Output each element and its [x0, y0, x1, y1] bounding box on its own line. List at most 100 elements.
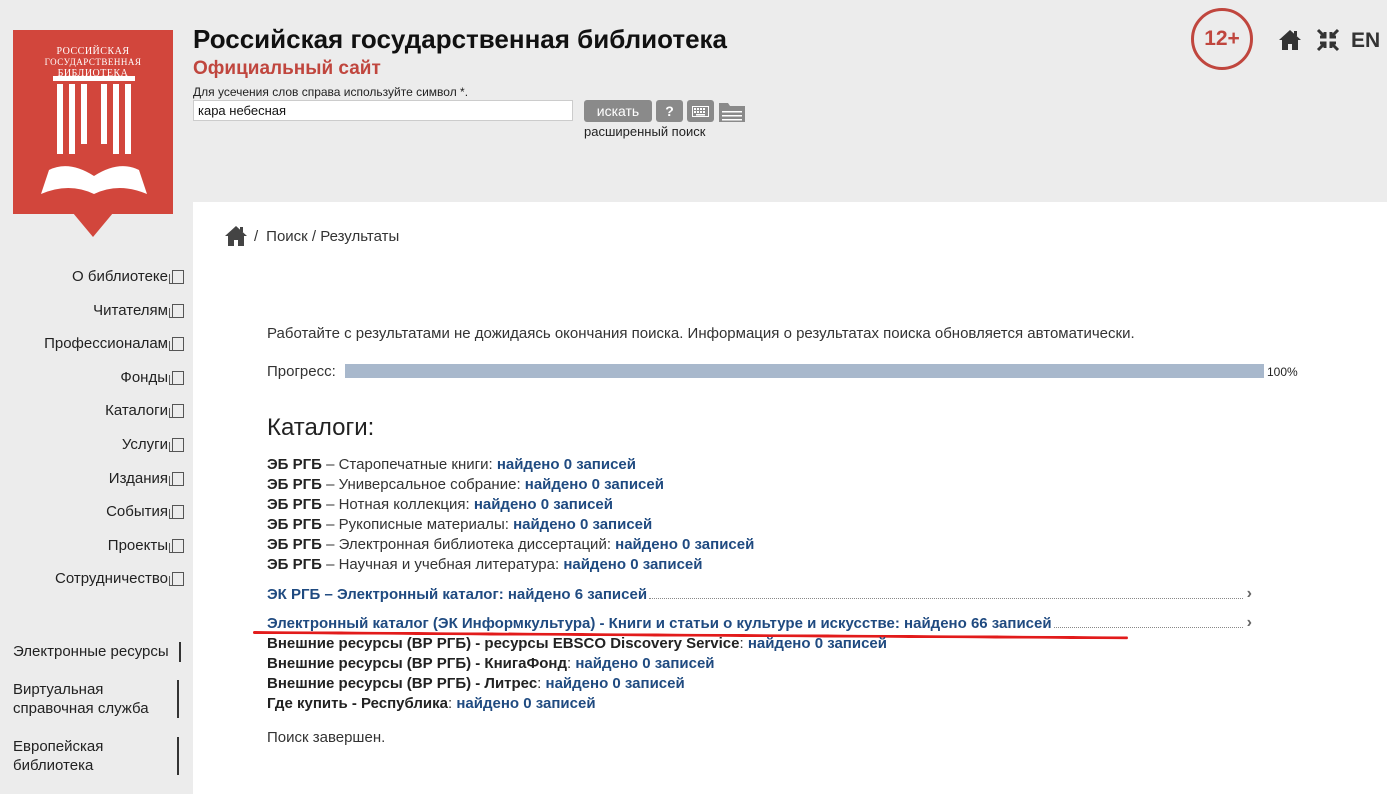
catalog-row: ЭБ РГБ – Рукописные материалы: найдено 0… [267, 516, 652, 533]
catalog-row: Внешние ресурсы (ВР РГБ) - Литрес: найде… [267, 675, 685, 692]
sidebar-link-electronic-resources[interactable]: Электронные ресурсы [13, 642, 181, 662]
site-title[interactable]: Российская государственная библиотека [193, 24, 727, 55]
catalog-source: Где купить - Республика [267, 695, 449, 712]
sidebar-link-virtual-reference[interactable]: Виртуальная справочная служба [13, 680, 179, 718]
catalog-row: ЭБ РГБ – Нотная коллекция: найдено 0 зап… [267, 496, 613, 513]
catalog-count[interactable]: найдено 0 записей [575, 655, 714, 672]
page-icon [169, 403, 184, 418]
sidebar-item-label: Издания [108, 470, 168, 487]
catalog-source: Внешние ресурсы (ВР РГБ) - ресурсы EBSCO… [267, 635, 740, 652]
progress-percent: 100% [1267, 365, 1298, 379]
page-icon [169, 571, 184, 586]
catalog-source: Внешние ресурсы (ВР РГБ) - Литрес [267, 675, 538, 692]
sidebar-item-label: Читателям [93, 302, 168, 319]
search-info-text: Работайте с результатами не дожидаясь ок… [267, 325, 1135, 342]
sidebar-item-label: Сотрудничество [55, 570, 168, 587]
catalog-count[interactable]: найдено 0 записей [497, 456, 636, 473]
search-button[interactable]: искать [584, 100, 652, 122]
sidebar-item-label: Фонды [120, 369, 168, 386]
sidebar-item-services[interactable]: Услуги [122, 436, 184, 453]
catalog-row: Внешние ресурсы (ВР РГБ) - КнигаФонд: на… [267, 655, 715, 672]
catalog-source: ЭБ РГБ [267, 556, 322, 573]
search-done-text: Поиск завершен. [267, 729, 386, 746]
site-subtitle: Официальный сайт [193, 58, 381, 79]
collapse-icon[interactable] [1316, 28, 1340, 52]
sidebar-item-readers[interactable]: Читателям [93, 302, 184, 319]
sidebar-item-projects[interactable]: Проекты [108, 537, 184, 554]
catalog-source: Внешние ресурсы (ВР РГБ) - КнигаФонд [267, 655, 567, 672]
catalog-link-ek-rgb[interactable]: ЭК РГБ – Электронный каталог: найдено 6 … [267, 585, 1252, 603]
catalog-count[interactable]: найдено 0 записей [474, 496, 613, 513]
catalog-name: – Нотная коллекция: [321, 496, 474, 513]
help-button[interactable]: ? [656, 100, 683, 122]
logo-pointer [73, 213, 113, 237]
search-input[interactable] [193, 100, 573, 121]
catalog-row: ЭБ РГБ – Научная и учебная литература: н… [267, 556, 703, 573]
language-switch-en[interactable]: EN [1351, 29, 1380, 53]
age-rating-badge: 12+ [1191, 8, 1253, 70]
home-icon[interactable] [1278, 28, 1302, 52]
page-icon [169, 370, 184, 385]
catalog-source: ЭБ РГБ [267, 536, 322, 553]
logo-line-1: РОССИЙСКАЯ [56, 46, 130, 57]
catalog-count[interactable]: найдено 0 записей [525, 476, 664, 493]
search-hint: Для усечения слов справа используйте сим… [193, 85, 469, 99]
breadcrumb-path: Поиск / Результаты [266, 227, 400, 245]
chevron-right-icon: › [1246, 614, 1252, 631]
sidebar-item-publications[interactable]: Издания [109, 470, 184, 487]
sidebar-item-collections[interactable]: Фонды [120, 369, 184, 386]
catalog-row: ЭБ РГБ – Универсальное собрание: найдено… [267, 476, 664, 493]
catalog-name: – Старопечатные книги: [321, 456, 497, 473]
page-icon [169, 538, 184, 553]
catalog-count[interactable]: найдено 0 записей [615, 536, 754, 553]
catalog-count[interactable]: найдено 0 записей [546, 675, 685, 692]
sidebar-item-label: Проекты [107, 537, 168, 554]
home-icon[interactable] [224, 225, 248, 247]
sidebar-item-label: О библиотеке [72, 268, 168, 285]
catalog-link-informkultura[interactable]: Электронный каталог (ЭК Информкультура) … [267, 614, 1252, 632]
folder-icon [719, 103, 745, 122]
sidebar-item-label: Услуги [121, 436, 168, 453]
catalog-separator: : [739, 635, 748, 652]
page-icon [169, 471, 184, 486]
progress-label: Прогресс: [267, 363, 336, 380]
catalog-name: – Научная и учебная литература: [321, 556, 564, 573]
library-building-icon [41, 76, 147, 194]
catalogs-heading: Каталоги: [267, 414, 375, 441]
breadcrumb: / Поиск / Результаты [224, 225, 399, 247]
page-icon [169, 303, 184, 318]
chevron-right-icon: › [1246, 585, 1252, 602]
sidebar-item-label: События [106, 503, 168, 520]
catalog-count[interactable]: найдено 0 записей [513, 516, 652, 533]
sidebar-link-european-library[interactable]: Европейская библиотека [13, 737, 179, 775]
catalog-name: – Универсальное собрание: [321, 476, 525, 493]
catalog-link-text: ЭК РГБ – Электронный каталог: найдено 6 … [267, 586, 648, 603]
sidebar-item-about[interactable]: О библиотеке [72, 268, 184, 285]
page-icon [169, 336, 184, 351]
breadcrumb-separator: / [254, 227, 259, 245]
progress-bar-fill [345, 364, 1264, 378]
sidebar-item-catalogs[interactable]: Каталоги [105, 402, 184, 419]
catalog-name: – Электронная библиотека диссертаций: [321, 536, 616, 553]
catalog-source: ЭБ РГБ [267, 516, 322, 533]
folder-button[interactable] [718, 100, 746, 122]
logo[interactable]: РОССИЙСКАЯ ГОСУДАРСТВЕННАЯ БИБЛИОТЕКА [13, 30, 173, 214]
keyboard-icon [692, 105, 709, 117]
sidebar-item-professionals[interactable]: Профессионалам [44, 335, 184, 352]
catalog-row: Внешние ресурсы (ВР РГБ) - ресурсы EBSCO… [267, 635, 887, 652]
catalog-row: ЭБ РГБ – Электронная библиотека диссерта… [267, 536, 754, 553]
catalog-count[interactable]: найдено 0 записей [563, 556, 702, 573]
catalog-count[interactable]: найдено 0 записей [748, 635, 887, 652]
progress-bar [345, 364, 1264, 378]
page-icon [169, 504, 184, 519]
sidebar-item-cooperation[interactable]: Сотрудничество [55, 570, 184, 587]
advanced-search-link[interactable]: расширенный поиск [584, 124, 705, 139]
page-icon [169, 437, 184, 452]
keyboard-button[interactable] [687, 100, 714, 122]
sidebar-item-label: Профессионалам [44, 335, 168, 352]
catalog-name: – Рукописные материалы: [321, 516, 514, 533]
catalog-count[interactable]: найдено 0 записей [456, 695, 595, 712]
catalog-source: ЭБ РГБ [267, 456, 322, 473]
logo-line-2: ГОСУДАРСТВЕННАЯ [44, 57, 142, 67]
sidebar-item-events[interactable]: События [106, 503, 184, 520]
